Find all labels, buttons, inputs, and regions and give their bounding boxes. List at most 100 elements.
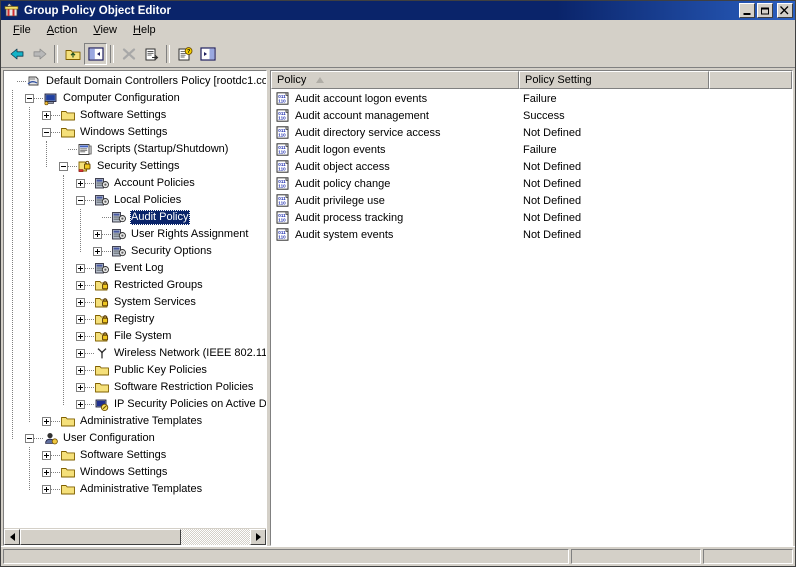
tree-expand-icon[interactable]	[76, 383, 85, 392]
back-button[interactable]	[5, 43, 28, 65]
tree-expand-icon[interactable]	[76, 281, 85, 290]
tree-item[interactable]: Software Settings	[4, 447, 266, 464]
tree-expand-icon[interactable]	[76, 264, 85, 273]
tree-item[interactable]: Public Key Policies	[4, 362, 266, 379]
tree-item[interactable]: Software Settings	[4, 107, 266, 124]
tree-item[interactable]: Windows Settings	[4, 124, 266, 141]
tree-item[interactable]: Local Policies	[4, 192, 266, 209]
table-row[interactable]: 011 110 Audit account management Success	[271, 107, 792, 124]
tree-item[interactable]: Registry	[4, 311, 266, 328]
policy-node-icon	[111, 210, 127, 225]
menu-view[interactable]: View	[85, 22, 125, 38]
tree-horizontal-scrollbar[interactable]	[4, 528, 266, 545]
scroll-left-icon[interactable]	[4, 529, 20, 545]
tree-expand-icon[interactable]	[76, 332, 85, 341]
table-row[interactable]: 011 110 Audit directory service access Not …	[271, 124, 792, 141]
tree-item[interactable]: Windows Settings	[4, 464, 266, 481]
tree-item-label: User Rights Assignment	[131, 228, 249, 240]
tree-item[interactable]: Scripts (Startup/Shutdown)	[4, 141, 266, 158]
table-row[interactable]: 011 110 Audit process tracking Not Defined	[271, 209, 792, 226]
tree-item[interactable]: Administrative Templates	[4, 413, 266, 430]
tree-collapse-icon[interactable]	[25, 94, 34, 103]
locked-folder-icon	[94, 295, 110, 310]
tree-item[interactable]: File System	[4, 328, 266, 345]
tree-item[interactable]: User Configuration	[4, 430, 266, 447]
menu-action[interactable]: Action	[39, 22, 86, 38]
tree-item[interactable]: Wireless Network (IEEE 802.11) I	[4, 345, 266, 362]
tree-expand-icon[interactable]	[93, 247, 102, 256]
tree-item[interactable]: Software Restriction Policies	[4, 379, 266, 396]
tree-expand-icon[interactable]	[42, 468, 51, 477]
show-console-tree-button[interactable]	[84, 43, 107, 65]
tree-expand-icon[interactable]	[76, 315, 85, 324]
tree-expand-icon[interactable]	[42, 417, 51, 426]
maximize-button[interactable]	[757, 3, 773, 18]
show-hide-pane-button[interactable]	[196, 43, 219, 65]
export-list-button[interactable]	[140, 43, 163, 65]
menu-bar: File Action View Help	[1, 20, 795, 41]
tree-item[interactable]: Account Policies	[4, 175, 266, 192]
tree-expand-icon[interactable]	[76, 366, 85, 375]
close-button[interactable]	[777, 3, 793, 18]
policy-name-cell: 011 110 Audit account management	[271, 108, 519, 123]
scroll-right-icon[interactable]	[250, 529, 266, 545]
svg-text:110: 110	[278, 235, 286, 240]
tree-item[interactable]: IP Security Policies on Active Dire	[4, 396, 266, 413]
svg-text:110: 110	[278, 150, 286, 155]
tree-item[interactable]: Restricted Groups	[4, 277, 266, 294]
minimize-button[interactable]	[739, 3, 755, 18]
tree-connector	[68, 165, 77, 168]
tree-collapse-icon[interactable]	[59, 162, 68, 171]
list-column-header[interactable]: Policy	[271, 71, 519, 89]
tree-expand-icon[interactable]	[93, 230, 102, 239]
tree-item[interactable]: Computer Configuration	[4, 90, 266, 107]
table-row[interactable]: 011 110 Audit system events Not Defined	[271, 226, 792, 243]
policy-node-icon	[111, 244, 127, 259]
tree-expand-icon[interactable]	[42, 111, 51, 120]
folder-icon	[60, 108, 76, 123]
table-row[interactable]: 011 110 Audit privilege use Not Defined	[271, 192, 792, 209]
table-row[interactable]: 011 110 Audit object access Not Defined	[271, 158, 792, 175]
security-settings-icon	[77, 159, 93, 174]
scroll-thumb[interactable]	[20, 529, 181, 545]
tree-expand-icon[interactable]	[76, 298, 85, 307]
tree-collapse-icon[interactable]	[76, 196, 85, 205]
tree-scroll-area[interactable]: Default Domain Controllers Policy [rootd…	[4, 71, 266, 528]
menu-help[interactable]: Help	[125, 22, 164, 38]
tree-collapse-icon[interactable]	[42, 128, 51, 137]
tree-expand-icon[interactable]	[42, 451, 51, 460]
tree-connector	[51, 471, 60, 474]
console-tree-pane: Default Domain Controllers Policy [rootd…	[3, 70, 267, 546]
list-column-header[interactable]	[709, 71, 792, 89]
tree-expand-icon[interactable]	[76, 400, 85, 409]
delete-button[interactable]	[117, 43, 140, 65]
tree-expand-icon[interactable]	[76, 179, 85, 188]
tree-collapse-icon[interactable]	[25, 434, 34, 443]
list-column-header[interactable]: Policy Setting	[519, 71, 709, 89]
table-row[interactable]: 011 110 Audit logon events Failure	[271, 141, 792, 158]
properties-button[interactable]: ?	[173, 43, 196, 65]
tree-item[interactable]: User Rights Assignment	[4, 226, 266, 243]
policy-node-icon	[111, 227, 127, 242]
forward-button[interactable]	[28, 43, 51, 65]
scroll-track[interactable]	[20, 529, 250, 545]
tree-item-label: Wireless Network (IEEE 802.11) I	[114, 347, 266, 359]
tree-expander-none	[8, 77, 17, 86]
menu-file[interactable]: File	[5, 22, 39, 38]
up-one-level-button[interactable]	[61, 43, 84, 65]
table-row[interactable]: 011 110 Audit account logon events Failure	[271, 90, 792, 107]
tree-item[interactable]: Administrative Templates	[4, 481, 266, 498]
folder-icon	[94, 363, 110, 378]
tree-item-selected[interactable]: Audit Policy	[4, 209, 266, 226]
tree-item[interactable]: Security Options	[4, 243, 266, 260]
tree-item[interactable]: Default Domain Controllers Policy [rootd…	[4, 73, 266, 90]
tree-expand-icon[interactable]	[76, 349, 85, 358]
status-pane-2	[571, 549, 701, 564]
tree-item[interactable]: System Services	[4, 294, 266, 311]
tree-item[interactable]: Security Settings	[4, 158, 266, 175]
svg-text:110: 110	[278, 99, 286, 104]
table-row[interactable]: 011 110 Audit policy change Not Defined	[271, 175, 792, 192]
tree-item[interactable]: Event Log	[4, 260, 266, 277]
tree-expand-icon[interactable]	[42, 485, 51, 494]
scripts-icon	[77, 142, 93, 157]
